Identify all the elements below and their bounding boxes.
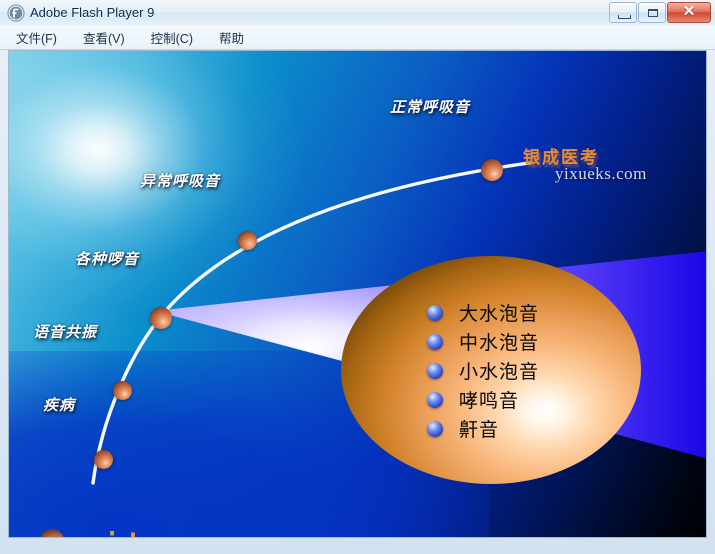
flash-player-window: Adobe Flash Player 9 · · · · · · · · · ✕…	[0, 0, 715, 554]
curve-label-disease: 疾病	[43, 397, 76, 414]
flash-logo-icon	[7, 4, 25, 22]
list-item[interactable]: 中水泡音	[427, 327, 637, 356]
title-bar-artifact: · · · · · · · · ·	[192, 3, 267, 15]
skip-button[interactable]: skip	[39, 529, 154, 537]
list-item-label: 大水泡音	[459, 303, 540, 325]
list-item[interactable]: 哮鸣音	[427, 385, 637, 414]
skip-button-label: skip	[87, 529, 154, 537]
list-item[interactable]: 鼾音	[427, 414, 637, 443]
menu-control[interactable]: 控制(C)	[149, 26, 195, 49]
maximize-icon	[648, 9, 658, 17]
curve-label-abnormal-breath-sounds: 异常呼吸音	[140, 173, 221, 190]
menu-bar: 文件(F) 查看(V) 控制(C) 帮助	[0, 26, 715, 50]
title-bar[interactable]: Adobe Flash Player 9 · · · · · · · · · ✕	[0, 0, 715, 27]
curve-node-abnormal-breath-sounds[interactable]	[238, 231, 257, 250]
list-item[interactable]: 大水泡音	[427, 298, 637, 327]
flash-stage[interactable]: 正常呼吸音 异常呼吸音 各种啰音 语音共振 疾病 大水泡音 中水泡音 小水泡音	[9, 51, 706, 537]
caption-buttons: ✕	[608, 2, 711, 23]
list-item-label: 小水泡音	[459, 361, 540, 383]
curve-node-disease[interactable]	[94, 450, 113, 469]
menu-view[interactable]: 查看(V)	[81, 26, 127, 49]
list-item[interactable]: 小水泡音	[427, 356, 637, 385]
minimize-icon	[618, 15, 631, 19]
bullet-sphere-icon	[427, 420, 443, 437]
watermark-site: yixueks.com	[555, 164, 647, 183]
menu-file[interactable]: 文件(F)	[14, 26, 59, 49]
bullet-sphere-icon	[427, 362, 443, 379]
window-title: Adobe Flash Player 9	[30, 5, 155, 20]
curve-label-rales: 各种啰音	[75, 251, 140, 268]
close-icon: ✕	[682, 4, 696, 20]
list-item-label: 鼾音	[459, 419, 500, 441]
menu-help[interactable]: 帮助	[217, 26, 246, 49]
bullet-sphere-icon	[427, 304, 443, 321]
close-button[interactable]: ✕	[667, 2, 711, 23]
bullet-sphere-icon	[427, 391, 443, 408]
bullet-sphere-icon	[427, 333, 443, 350]
curve-label-normal-breath-sounds: 正常呼吸音	[390, 99, 471, 116]
rales-type-list: 大水泡音 中水泡音 小水泡音 哮鸣音 鼾音	[427, 298, 637, 443]
list-item-label: 中水泡音	[459, 332, 540, 354]
curve-node-vocal-resonance[interactable]	[113, 381, 132, 400]
maximize-button[interactable]	[638, 2, 666, 23]
curve-label-vocal-resonance: 语音共振	[33, 324, 98, 341]
curve-node-normal-breath-sounds[interactable]	[481, 159, 503, 181]
list-item-label: 哮鸣音	[459, 390, 520, 412]
minimize-button[interactable]	[609, 2, 637, 23]
flash-stage-frame: 正常呼吸音 异常呼吸音 各种啰音 语音共振 疾病 大水泡音 中水泡音 小水泡音	[8, 50, 707, 538]
skip-ball-icon	[39, 529, 65, 537]
curve-node-rales[interactable]	[150, 307, 172, 329]
